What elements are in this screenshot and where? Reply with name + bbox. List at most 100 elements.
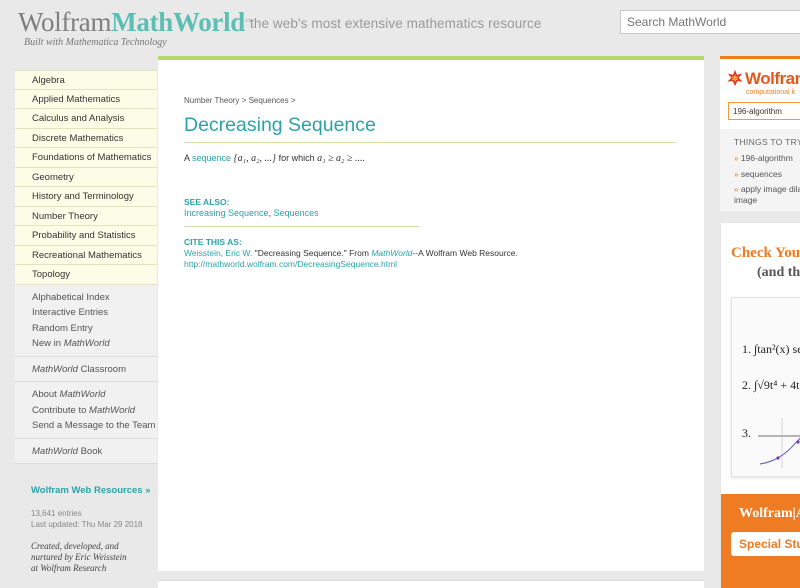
citation: Weisstein, Eric W. "Decreasing Sequence.… bbox=[184, 248, 518, 258]
sidebar-item-probability-and-statistics[interactable]: Probability and Statistics bbox=[15, 226, 157, 246]
cite-author-link[interactable]: Weisstein, Eric W. bbox=[184, 248, 252, 258]
sidebar-footer: Wolfram Web Resources » 13,641 entries L… bbox=[15, 464, 157, 574]
main-footer-strip bbox=[158, 580, 704, 588]
breadcrumb-separator: > bbox=[241, 96, 247, 105]
about-label: About bbox=[32, 389, 57, 400]
search-input[interactable] bbox=[620, 10, 800, 34]
sidebar-group-classroom: MathWorld Classroom bbox=[15, 356, 157, 382]
sidebar-link-contribute[interactable]: Contribute to MathWorld bbox=[32, 403, 157, 419]
breadcrumb-separator: > bbox=[290, 96, 296, 105]
ad-button-label: Special Stu bbox=[739, 537, 800, 551]
ad-subheading: (and the bbox=[757, 265, 800, 280]
wolfram-alpha-logo[interactable]: Wolfram bbox=[726, 69, 800, 89]
math-set: {a₁, a₂, ...} bbox=[233, 153, 277, 164]
cite-heading: CITE THIS AS: bbox=[184, 237, 242, 247]
wolfram-alpha-input[interactable] bbox=[728, 102, 800, 120]
title-divider bbox=[184, 142, 676, 143]
mathworld-italic: MathWorld bbox=[89, 404, 135, 416]
section-divider bbox=[184, 226, 419, 227]
breadcrumb: Number Theory > Sequences > bbox=[184, 96, 296, 105]
sidebar-item-calculus-and-analysis[interactable]: Calculus and Analysis bbox=[15, 109, 157, 129]
logo-wolfram-text: Wolfram bbox=[18, 7, 112, 37]
sidebar-group-about: About MathWorld Contribute to MathWorld … bbox=[15, 382, 157, 439]
sidebar-group-browse: Alphabetical Index Interactive Entries R… bbox=[15, 284, 157, 357]
sidebar-item-recreational-mathematics[interactable]: Recreational Mathematics bbox=[15, 245, 157, 265]
mathworld-logo[interactable]: WolframMathWorld™ Built with Mathematica… bbox=[18, 8, 253, 48]
sidebar: Algebra Applied Mathematics Calculus and… bbox=[15, 70, 157, 574]
sidebar-item-algebra[interactable]: Algebra bbox=[15, 70, 157, 90]
sidebar-link-mathworld-classroom[interactable]: MathWorld Classroom bbox=[32, 362, 157, 378]
logo-subtitle: Built with Mathematica Technology bbox=[24, 37, 167, 48]
ad-banner: Wolfram|A Special Stu bbox=[721, 494, 800, 588]
things-to-try-heading: THINGS TO TRY bbox=[734, 137, 800, 147]
see-also-sequences[interactable]: Sequences bbox=[274, 208, 319, 218]
sidebar-item-applied-mathematics[interactable]: Applied Mathematics bbox=[15, 89, 157, 109]
sidebar-link-alphabetical-index[interactable]: Alphabetical Index bbox=[32, 290, 157, 306]
cite-title: "Decreasing Sequence." From bbox=[254, 248, 369, 258]
try-item[interactable]: » 196-algorithm bbox=[734, 153, 793, 163]
cite-url-link[interactable]: http://mathworld.wolfram.com/DecreasingS… bbox=[184, 259, 397, 269]
sidebar-link-random-entry[interactable]: Random Entry bbox=[32, 321, 157, 337]
sidebar-item-history-and-terminology[interactable]: History and Terminology bbox=[15, 187, 157, 207]
entry-count: 13,641 entries bbox=[31, 509, 82, 518]
sidebar-link-new-in-mathworld[interactable]: New in MathWorld bbox=[32, 336, 157, 352]
definition: A sequence {a₁, a₂, ...} for which a₁ ≥ … bbox=[184, 153, 365, 164]
bullet-icon: » bbox=[734, 154, 739, 163]
site-stats: 13,641 entries Last updated: Thu Mar 29 … bbox=[31, 508, 157, 530]
credit-line: nurtured by Eric Weisstein bbox=[31, 552, 127, 562]
ad-problem: 1. ∫tan²(x) sec² bbox=[742, 342, 800, 356]
credit-line: Created, developed, and bbox=[31, 541, 119, 551]
see-also-heading: SEE ALSO: bbox=[184, 197, 230, 207]
site-credit: Created, developed, and nurtured by Eric… bbox=[31, 541, 157, 574]
sidebar-item-geometry[interactable]: Geometry bbox=[15, 167, 157, 187]
sequence-link[interactable]: sequence bbox=[192, 153, 231, 163]
definition-text: A bbox=[184, 153, 190, 163]
see-also-links: Increasing Sequence, Sequences bbox=[184, 208, 319, 218]
sidebar-item-discrete-mathematics[interactable]: Discrete Mathematics bbox=[15, 128, 157, 148]
mathworld-italic: MathWorld bbox=[63, 338, 110, 349]
page-title: Decreasing Sequence bbox=[184, 114, 376, 136]
last-updated: Last updated: Thu Mar 29 2018 bbox=[31, 520, 143, 529]
try-item-label: apply image dila bbox=[740, 184, 800, 194]
see-also-separator: , bbox=[268, 208, 272, 218]
wolfram-star-icon bbox=[727, 69, 743, 87]
cite-mathworld-link[interactable]: MathWorld bbox=[371, 248, 412, 258]
ad-graph-icon bbox=[758, 418, 800, 468]
wolfram-alpha-logo-text: Wolfram bbox=[745, 69, 800, 88]
new-in-label: New in bbox=[32, 338, 62, 349]
sidebar-link-send-message[interactable]: Send a Message to the Team bbox=[32, 418, 157, 434]
site-tagline: the web's most extensive mathematics res… bbox=[250, 16, 542, 31]
sidebar-item-topology[interactable]: Topology bbox=[15, 265, 157, 285]
breadcrumb-sequences[interactable]: Sequences bbox=[249, 96, 289, 105]
math-inequality: a₁ ≥ a₂ ≥ .... bbox=[317, 153, 366, 164]
ad-banner-text: Wolfram|A bbox=[739, 506, 800, 521]
sidebar-link-about-mathworld[interactable]: About MathWorld bbox=[32, 387, 157, 403]
try-item[interactable]: » apply image dila bbox=[734, 184, 800, 194]
definition-text: for which bbox=[278, 153, 315, 163]
sidebar-link-mathworld-book[interactable]: MathWorld Book bbox=[32, 444, 157, 460]
try-item[interactable]: » sequences bbox=[734, 169, 782, 179]
wolfram-alpha-widget: Wolfram computational k THINGS TO TRY » … bbox=[720, 56, 800, 211]
see-also-increasing-sequence[interactable]: Increasing Sequence bbox=[184, 208, 269, 218]
contribute-label: Contribute to bbox=[32, 404, 87, 416]
wolfram-alpha-subtitle: computational k bbox=[746, 89, 796, 96]
mathworld-italic: MathWorld bbox=[32, 363, 78, 375]
wolfram-web-resources-link[interactable]: Wolfram Web Resources » bbox=[31, 485, 151, 496]
sidebar-item-foundations-of-mathematics[interactable]: Foundations of Mathematics bbox=[15, 148, 157, 168]
ad-problem: 3. bbox=[742, 426, 751, 440]
classroom-label: Classroom bbox=[80, 363, 126, 375]
ad-worksheet-image: 1. ∫tan²(x) sec² 2. ∫√9t⁴ + 4t² 3. bbox=[731, 297, 800, 477]
topic-nav: Algebra Applied Mathematics Calculus and… bbox=[15, 70, 157, 285]
credit-line: at Wolfram Research bbox=[31, 563, 107, 573]
advertisement[interactable]: Check Your (and the 1. ∫tan²(x) sec² 2. … bbox=[720, 222, 800, 588]
try-item-continuation: image bbox=[734, 195, 758, 205]
sidebar-group-book: MathWorld Book bbox=[15, 438, 157, 464]
ad-button[interactable]: Special Stu bbox=[731, 532, 800, 556]
cite-tail: --A Wolfram Web Resource. bbox=[412, 248, 518, 258]
sidebar-item-number-theory[interactable]: Number Theory bbox=[15, 206, 157, 226]
sidebar-link-interactive-entries[interactable]: Interactive Entries bbox=[32, 305, 157, 321]
breadcrumb-number-theory[interactable]: Number Theory bbox=[184, 96, 239, 105]
try-item-label: 196-algorithm bbox=[740, 153, 793, 163]
mathworld-italic: MathWorld bbox=[32, 445, 78, 457]
book-label: Book bbox=[80, 445, 103, 457]
